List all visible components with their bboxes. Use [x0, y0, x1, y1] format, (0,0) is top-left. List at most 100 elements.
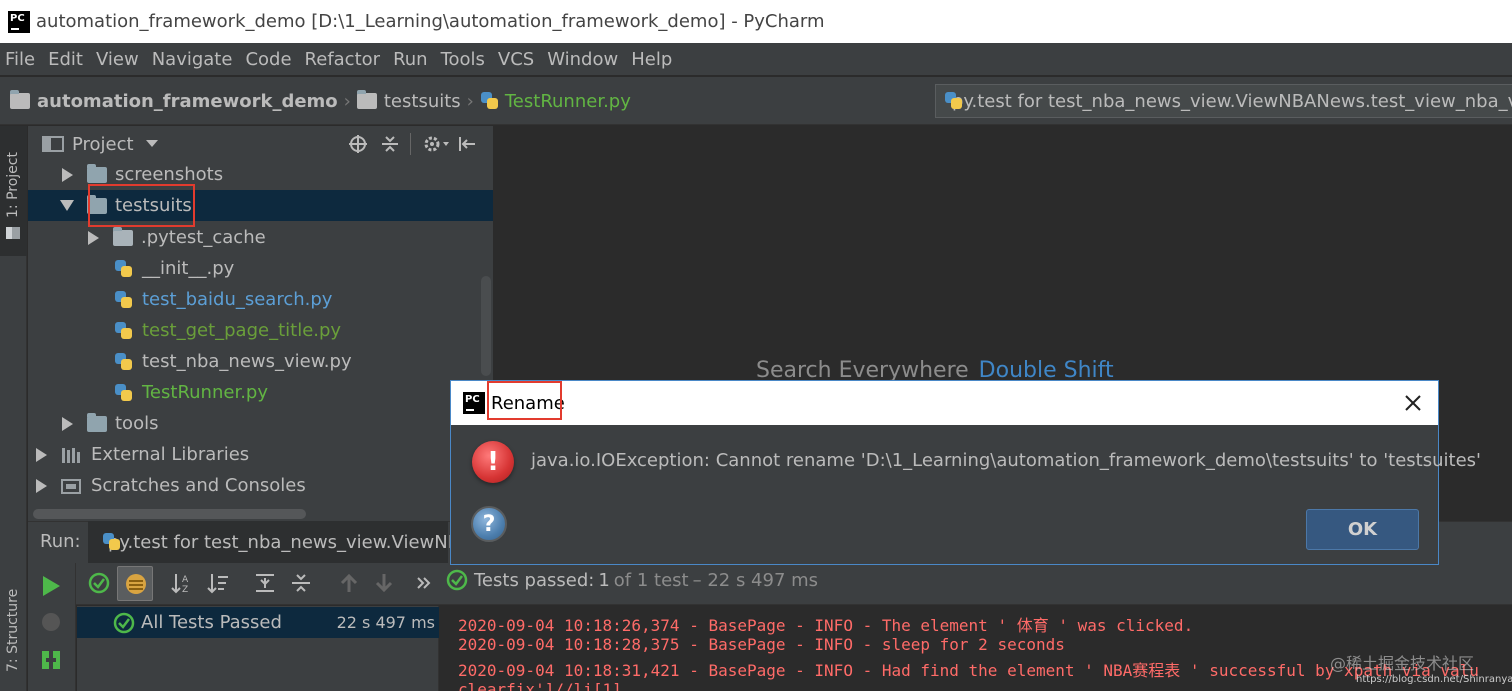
collapse-all-tests-icon[interactable]: [290, 572, 312, 594]
menu-vcs[interactable]: VCS: [493, 49, 542, 70]
expand-arrow-icon[interactable]: [62, 416, 73, 431]
run-side-toolbar: [28, 563, 76, 691]
project-panel-header: Project: [28, 126, 493, 162]
menu-run[interactable]: Run: [388, 49, 436, 70]
previous-failed-icon[interactable]: [338, 572, 360, 594]
test-result-label: All Tests Passed: [141, 612, 282, 633]
ok-button[interactable]: OK: [1306, 509, 1419, 550]
menu-window[interactable]: Window: [542, 49, 626, 70]
run-configuration-label: py.test for test_nba_news_view.ViewNBANe…: [952, 90, 1512, 112]
highlight-box-testsuits: [88, 184, 195, 227]
locate-file-icon[interactable]: [348, 134, 368, 154]
console-line: 2020-09-04 10:18:26,374 - BasePage - INF…: [458, 616, 1194, 635]
run-panel-label: Run:: [40, 531, 81, 552]
menu-tools[interactable]: Tools: [436, 49, 493, 70]
help-icon[interactable]: ?: [471, 506, 507, 542]
project-view-icon: [42, 136, 64, 152]
expand-all-icon[interactable]: [254, 572, 276, 594]
svg-text:A: A: [182, 575, 189, 585]
show-ignored-button[interactable]: [117, 566, 153, 601]
expand-arrow-icon[interactable]: [36, 447, 47, 462]
gear-icon[interactable]: [423, 134, 451, 154]
ignored-tests-icon: [126, 574, 146, 594]
tree-item-label: External Libraries: [91, 444, 250, 465]
tests-status-rest: of 1 test: [613, 569, 689, 591]
tree-item-pytest-cache[interactable]: .pytest_cache: [28, 222, 493, 253]
project-tool-tab[interactable]: 1: Project: [0, 126, 27, 256]
menu-file[interactable]: File: [0, 49, 43, 70]
highlight-box-rename: [487, 381, 562, 420]
more-actions-icon[interactable]: [416, 575, 432, 591]
scratches-icon: [61, 478, 81, 494]
collapse-all-icon[interactable]: [380, 134, 400, 154]
tree-item-test-baidu-search[interactable]: test_baidu_search.py: [28, 284, 493, 315]
folder-icon: [113, 226, 133, 246]
test-result-root[interactable]: All Tests Passed 22 s 497 ms: [77, 607, 439, 638]
breadcrumb-file[interactable]: TestRunner.py: [505, 91, 631, 112]
collapse-arrow-icon[interactable]: [60, 200, 74, 211]
chevron-down-icon[interactable]: [145, 140, 158, 148]
expand-arrow-icon[interactable]: [62, 167, 73, 182]
project-tool-icon: [6, 227, 20, 239]
folder-icon: [87, 163, 107, 183]
tree-item-test-get-page-title[interactable]: test_get_page_title.py: [28, 315, 493, 346]
toggle-tests-icon[interactable]: [40, 649, 62, 671]
tree-item-label: test_get_page_title.py: [142, 320, 342, 341]
expand-arrow-icon[interactable]: [36, 478, 47, 493]
folder-icon: [356, 90, 377, 109]
menu-bar: File Edit View Navigate Code Refactor Ru…: [0, 43, 1512, 76]
show-passed-icon[interactable]: [88, 572, 110, 594]
tests-status-label: Tests passed:: [474, 569, 595, 591]
menu-refactor[interactable]: Refactor: [300, 49, 389, 70]
console-line: 2020-09-04 10:18:31,421 - BasePage - INF…: [458, 661, 1479, 680]
sort-alphabetically-icon[interactable]: AZ: [171, 572, 193, 594]
breadcrumb-folder[interactable]: testsuits: [384, 91, 461, 112]
svg-text:Z: Z: [182, 585, 188, 594]
rerun-icon[interactable]: [41, 575, 61, 597]
window-title: automation_framework_demo [D:\1_Learning…: [36, 11, 825, 32]
console-line: 2020-09-04 10:18:28,375 - BasePage - INF…: [458, 635, 1065, 654]
sort-by-duration-icon[interactable]: [207, 572, 229, 594]
hide-panel-icon[interactable]: [457, 134, 477, 154]
title-bar: PC automation_framework_demo [D:\1_Learn…: [0, 0, 1512, 43]
menu-navigate[interactable]: Navigate: [147, 49, 241, 70]
run-configuration-selector[interactable]: py.test for test_nba_news_view.ViewNBANe…: [935, 84, 1512, 118]
error-icon: !: [472, 441, 514, 483]
tree-item-test-nba-news-view[interactable]: test_nba_news_view.py: [28, 346, 493, 377]
rename-dialog-title-bar: PC Rename: [451, 381, 1438, 425]
stop-icon[interactable]: [40, 611, 62, 633]
tests-passed-icon: [446, 569, 468, 591]
tree-item-init-py[interactable]: __init__.py: [28, 253, 493, 284]
menu-help[interactable]: Help: [626, 49, 680, 70]
close-icon[interactable]: [1400, 390, 1426, 416]
python-file-icon: [114, 290, 134, 310]
next-failed-icon[interactable]: [373, 572, 395, 594]
tree-item-label: Scratches and Consoles: [91, 475, 306, 496]
project-view-selector[interactable]: Project: [72, 134, 134, 155]
python-file-icon: [114, 321, 134, 341]
tree-item-scratches[interactable]: Scratches and Consoles: [28, 470, 493, 501]
project-folder-icon: [10, 90, 30, 109]
tree-item-external-libraries[interactable]: External Libraries: [28, 439, 493, 470]
toolbar-divider: [409, 133, 411, 155]
tests-status: Tests passed: 1 of 1 test – 22 s 497 ms: [446, 569, 818, 591]
tests-status-count: 1: [598, 569, 610, 591]
tree-item-label: test_nba_news_view.py: [142, 351, 352, 372]
watermark-url: https://blog.csdn.net/Shinranyao: [1356, 674, 1512, 685]
tree-item-testrunner[interactable]: TestRunner.py: [28, 377, 493, 408]
tests-status-time: – 22 s 497 ms: [692, 569, 819, 591]
project-vertical-scrollbar[interactable]: [481, 276, 491, 376]
project-horizontal-scrollbar[interactable]: [33, 509, 306, 519]
menu-view[interactable]: View: [91, 49, 147, 70]
python-file-icon: [114, 383, 134, 403]
tree-item-tools[interactable]: tools: [28, 408, 493, 439]
pycharm-logo-icon: PC: [8, 10, 30, 33]
tree-item-label: TestRunner.py: [142, 382, 268, 403]
breadcrumb-project[interactable]: automation_framework_demo: [37, 91, 338, 112]
menu-code[interactable]: Code: [240, 49, 299, 70]
expand-arrow-icon[interactable]: [88, 230, 99, 245]
run-tab[interactable]: py.test for test_nba_news_view.ViewNBANe…: [88, 521, 690, 563]
menu-edit[interactable]: Edit: [43, 49, 91, 70]
tree-item-label: .pytest_cache: [141, 227, 266, 248]
structure-tool-tab[interactable]: 7: Structure: [5, 589, 21, 672]
